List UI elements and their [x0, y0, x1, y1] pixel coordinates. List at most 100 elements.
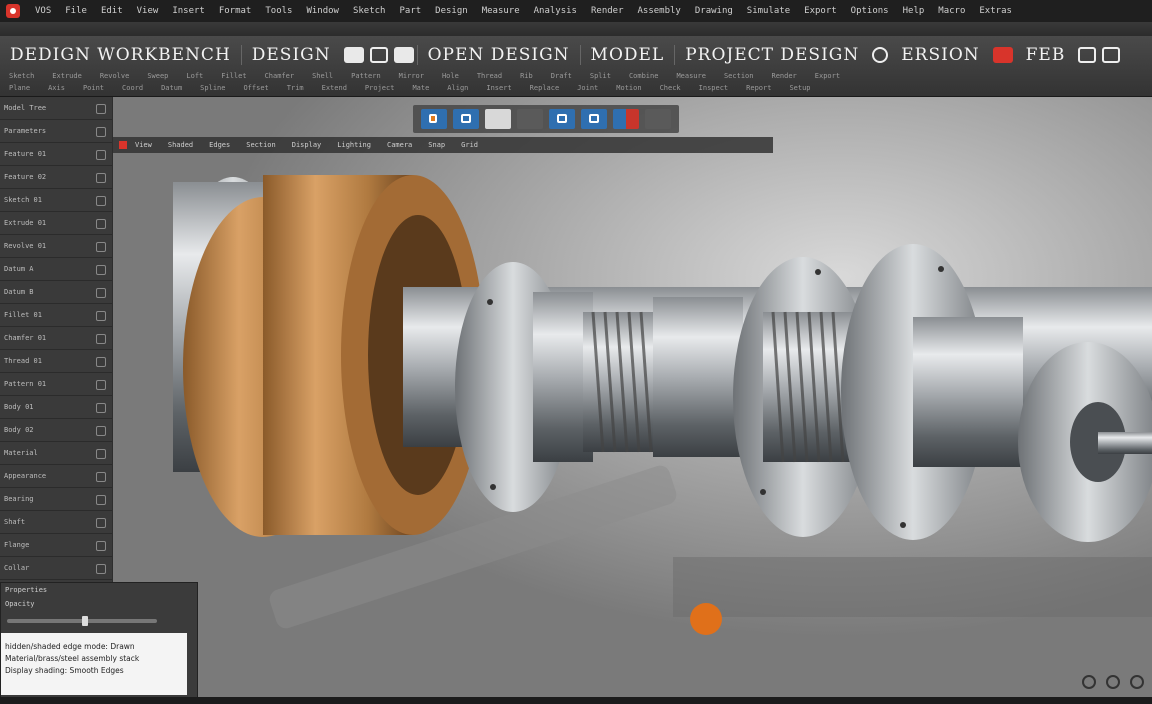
ribbon-search-icon[interactable]	[872, 47, 889, 63]
tree-row[interactable]: Chamfer 01	[0, 327, 112, 350]
ribbon-tool[interactable]: Check	[651, 84, 690, 92]
ribbon-tool[interactable]: Extend	[313, 84, 356, 92]
opacity-slider[interactable]	[7, 616, 157, 626]
tree-row[interactable]: Sketch 01	[0, 189, 112, 212]
ribbon-tab-model[interactable]: MODEL	[579, 45, 675, 65]
row-toggle-icon[interactable]	[96, 288, 106, 298]
ribbon-tool[interactable]: Report	[737, 84, 780, 92]
tree-row[interactable]: Flange	[0, 534, 112, 557]
tree-row[interactable]: Material	[0, 442, 112, 465]
ribbon-tool[interactable]: Coord	[113, 84, 152, 92]
tree-row[interactable]: Shaft	[0, 511, 112, 534]
ribbon-tool[interactable]: Section	[715, 72, 763, 80]
ribbon-tab-project-design[interactable]: PROJECT DESIGN	[674, 45, 869, 65]
menu-item[interactable]: Tools	[258, 0, 299, 22]
row-toggle-icon[interactable]	[96, 495, 106, 505]
ribbon-tool[interactable]: Datum	[152, 84, 191, 92]
row-toggle-icon[interactable]	[96, 403, 106, 413]
tree-row[interactable]: Bearing	[0, 488, 112, 511]
ribbon-tool[interactable]: Mirror	[390, 72, 433, 80]
view-blank-icon[interactable]	[485, 109, 511, 129]
tree-row[interactable]: Fillet 01	[0, 304, 112, 327]
ribbon-tool[interactable]: Extrude	[43, 72, 91, 80]
zoom-icon[interactable]	[1106, 675, 1120, 689]
ribbon-tab-workbench[interactable]: DEDIGN WORKBENCH	[0, 45, 241, 65]
menu-item[interactable]: Design	[428, 0, 475, 22]
ribbon-tool[interactable]: Combine	[620, 72, 668, 80]
ribbon-tool[interactable]: Inspect	[690, 84, 738, 92]
viewport-subbar-item[interactable]: Grid	[453, 141, 486, 149]
tree-row[interactable]: Feature 01	[0, 143, 112, 166]
viewport-subbar-item[interactable]: Section	[238, 141, 284, 149]
ribbon-tool[interactable]: Motion	[607, 84, 650, 92]
tree-row[interactable]: Extrude 01	[0, 212, 112, 235]
menu-item[interactable]: Edit	[94, 0, 130, 22]
ribbon-tool[interactable]: Offset	[234, 84, 277, 92]
menu-item[interactable]: File	[58, 0, 94, 22]
ribbon-tool[interactable]: Sketch	[0, 72, 43, 80]
row-toggle-icon[interactable]	[96, 242, 106, 252]
pan-icon[interactable]	[1130, 675, 1144, 689]
row-toggle-icon[interactable]	[96, 127, 106, 137]
orbit-icon[interactable]	[1082, 675, 1096, 689]
menu-item[interactable]: Measure	[475, 0, 527, 22]
row-toggle-icon[interactable]	[96, 104, 106, 114]
tree-row[interactable]: Body 01	[0, 396, 112, 419]
tree-row[interactable]: Revolve 01	[0, 235, 112, 258]
menu-item[interactable]: Export	[797, 0, 844, 22]
ribbon-tool[interactable]: Export	[806, 72, 849, 80]
ribbon-tool[interactable]: Replace	[521, 84, 569, 92]
view-window-icon[interactable]	[453, 109, 479, 129]
ribbon-tool[interactable]: Fillet	[212, 72, 255, 80]
menu-item[interactable]: Render	[584, 0, 631, 22]
menu-item[interactable]: Window	[299, 0, 346, 22]
app-logo-icon[interactable]	[6, 4, 20, 18]
ribbon-window-icon[interactable]	[1078, 47, 1097, 63]
tree-row[interactable]: Pattern 01	[0, 373, 112, 396]
row-toggle-icon[interactable]	[96, 518, 106, 528]
ribbon-tool[interactable]: Project	[356, 84, 404, 92]
ribbon-layer-icon[interactable]	[393, 47, 414, 63]
viewport-subbar-item[interactable]: Shaded	[160, 141, 201, 149]
row-toggle-icon[interactable]	[96, 564, 106, 574]
menu-item[interactable]: Assembly	[631, 0, 688, 22]
ribbon-tool[interactable]: Mate	[403, 84, 438, 92]
row-toggle-icon[interactable]	[96, 380, 106, 390]
row-toggle-icon[interactable]	[96, 196, 106, 206]
menu-item[interactable]: Sketch	[346, 0, 393, 22]
view-grid-icon[interactable]	[517, 109, 543, 129]
shaft-assembly-model[interactable]	[113, 97, 1152, 697]
viewport-subbar-item[interactable]: Camera	[379, 141, 420, 149]
menu-item[interactable]: View	[130, 0, 166, 22]
ribbon-tool[interactable]: Chamfer	[256, 72, 304, 80]
ribbon-tool[interactable]: Revolve	[91, 72, 139, 80]
ribbon-tool[interactable]: Trim	[278, 84, 313, 92]
menu-item[interactable]: Part	[392, 0, 428, 22]
menu-item[interactable]: Help	[896, 0, 932, 22]
tree-row[interactable]: Parameters	[0, 120, 112, 143]
ribbon-view-icon[interactable]	[343, 47, 364, 63]
ribbon-tool[interactable]: Render	[762, 72, 805, 80]
tree-row[interactable]: Body 02	[0, 419, 112, 442]
ribbon-frame-icon[interactable]	[369, 47, 388, 63]
ribbon-tab-design[interactable]: DESIGN	[240, 45, 341, 65]
menu-item[interactable]: Simulate	[740, 0, 797, 22]
menu-item[interactable]: Macro	[931, 0, 972, 22]
view-render-icon[interactable]	[581, 109, 607, 129]
view-orange-icon[interactable]	[421, 109, 447, 129]
row-toggle-icon[interactable]	[96, 541, 106, 551]
menu-item[interactable]: Options	[844, 0, 896, 22]
ribbon-tool[interactable]: Loft	[177, 72, 212, 80]
tree-row[interactable]: Feature 02	[0, 166, 112, 189]
row-toggle-icon[interactable]	[96, 472, 106, 482]
ribbon-tool[interactable]: Draft	[542, 72, 581, 80]
menu-item[interactable]: Analysis	[527, 0, 584, 22]
ribbon-tool[interactable]: Hole	[433, 72, 468, 80]
ribbon-tool[interactable]: Point	[74, 84, 113, 92]
ribbon-tool[interactable]: Spline	[191, 84, 234, 92]
row-toggle-icon[interactable]	[96, 173, 106, 183]
row-toggle-icon[interactable]	[96, 426, 106, 436]
ribbon-tool[interactable]: Setup	[780, 84, 819, 92]
ribbon-tool[interactable]: Split	[581, 72, 620, 80]
ribbon-tool[interactable]: Plane	[0, 84, 39, 92]
